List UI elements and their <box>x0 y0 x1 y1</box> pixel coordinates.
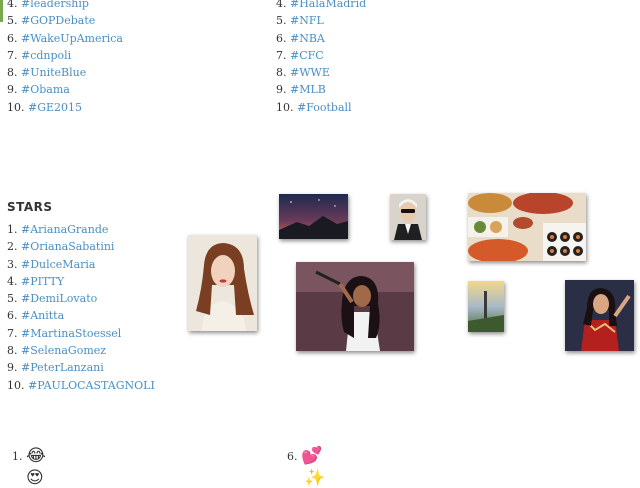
hashtag-link[interactable]: #PeterLanzani <box>21 361 104 374</box>
heart-eyes-emoji-icon: 😍 <box>26 468 44 488</box>
stars-hashtag-list: 1. #ArianaGrande 2. #OrianaSabatini 3. #… <box>7 221 155 394</box>
hashtag-link[interactable]: #ArianaGrande <box>21 223 108 236</box>
item-number: 7. <box>7 326 18 340</box>
hashtag-link[interactable]: #leadership <box>21 0 89 10</box>
emoji-partial-row: 😍 <box>26 468 44 488</box>
item-number: 8. <box>7 344 18 358</box>
hashtag-link[interactable]: #UniteBlue <box>21 66 86 79</box>
list-item: 9. #MLB <box>276 81 366 98</box>
list-item: 7. #cdnpoli <box>7 47 123 64</box>
list-item: 7. #MartinaStoessel <box>7 325 155 342</box>
item-number: 7. <box>276 48 287 62</box>
hashtag-link[interactable]: #HalaMadrid <box>290 0 366 10</box>
accent-bar <box>0 0 3 22</box>
list-item: 5. #GOPDebate <box>7 12 123 29</box>
list-item: 3. #DulceMaria <box>7 256 155 273</box>
hashtag-link[interactable]: #GE2015 <box>28 101 82 114</box>
list-item: 5. #NFL <box>276 12 366 29</box>
item-number: 5. <box>276 14 287 28</box>
hashtag-list-right: 4. #HalaMadrid 5. #NFL 6. #NBA 7. #CFC 8… <box>276 0 366 116</box>
hashtag-link[interactable]: #CFC <box>290 49 324 62</box>
list-item: 4. #PITTY <box>7 273 155 290</box>
hashtag-link[interactable]: #OrianaSabatini <box>21 240 114 253</box>
list-item: 8. #UniteBlue <box>7 64 123 81</box>
item-number: 6. <box>276 31 287 45</box>
list-item: 4. #leadership <box>7 0 123 12</box>
list-item: 10. #GE2015 <box>7 99 123 116</box>
list-item: 4. #HalaMadrid <box>276 0 366 12</box>
photo-performer-red[interactable] <box>565 280 634 351</box>
item-number: 4. <box>276 0 287 10</box>
item-number: 7. <box>7 48 18 62</box>
hashtag-link[interactable]: #DulceMaria <box>21 258 95 271</box>
emoji-ranking-row: 1. 😂 <box>12 446 46 466</box>
item-number: 10. <box>276 100 294 114</box>
hashtag-link[interactable]: #MartinaStoessel <box>21 327 121 340</box>
list-item: 6. #Anitta <box>7 307 155 324</box>
list-item: 9. #PeterLanzani <box>7 359 155 376</box>
emoji-ranking-row: 6. 💕 <box>287 446 322 466</box>
list-item: 7. #CFC <box>276 47 366 64</box>
photo-food-dishes[interactable] <box>468 193 586 261</box>
item-number: 6. <box>7 31 18 45</box>
item-number: 5. <box>7 292 18 306</box>
item-number: 3. <box>7 257 18 271</box>
item-number: 10. <box>7 100 25 114</box>
item-number: 9. <box>276 83 287 97</box>
item-number: 6. <box>287 449 298 463</box>
item-number: 4. <box>7 274 18 288</box>
emoji-partial-row: ✨ <box>304 468 325 488</box>
photo-landscape-tower[interactable] <box>468 281 504 332</box>
list-item: 8. #WWE <box>276 64 366 81</box>
hashtag-link[interactable]: #NBA <box>290 32 325 45</box>
item-number: 2. <box>7 240 18 254</box>
sparkles-emoji-icon: ✨ <box>304 468 326 488</box>
list-item: 1. #ArianaGrande <box>7 221 155 238</box>
hashtag-link[interactable]: #PITTY <box>21 275 64 288</box>
list-item: 8. #SelenaGomez <box>7 342 155 359</box>
hashtag-link[interactable]: #WakeUpAmerica <box>21 32 123 45</box>
hashtag-link[interactable]: #MLB <box>290 83 326 96</box>
item-number: 9. <box>7 361 18 375</box>
hashtag-link[interactable]: #Obama <box>21 83 70 96</box>
photo-man-sunglasses[interactable] <box>390 194 426 240</box>
photo-woman-portrait[interactable] <box>188 235 257 331</box>
list-item: 9. #Obama <box>7 81 123 98</box>
list-item: 6. #NBA <box>276 30 366 47</box>
item-number: 5. <box>7 14 18 28</box>
list-item: 10. #Football <box>276 99 366 116</box>
hashtag-link[interactable]: #Football <box>297 101 352 114</box>
section-title-stars: STARS <box>7 200 53 214</box>
photo-night-sky[interactable] <box>279 194 348 239</box>
hashtag-link[interactable]: #GOPDebate <box>21 14 95 27</box>
hashtag-link[interactable]: #SelenaGomez <box>21 344 106 357</box>
hashtag-link[interactable]: #cdnpoli <box>21 49 71 62</box>
photo-singer-microphone[interactable] <box>296 262 414 351</box>
two-hearts-emoji-icon: 💕 <box>301 446 323 466</box>
hashtag-link[interactable]: #WWE <box>290 66 330 79</box>
hashtag-link[interactable]: #PAULOCASTAGNOLI <box>28 379 155 392</box>
hashtag-list-left: 4. #leadership 5. #GOPDebate 6. #WakeUpA… <box>7 0 123 116</box>
hashtag-link[interactable]: #NFL <box>290 14 324 27</box>
list-item: 10. #PAULOCASTAGNOLI <box>7 377 155 394</box>
hashtag-link[interactable]: #DemiLovato <box>21 292 97 305</box>
item-number: 8. <box>7 66 18 80</box>
item-number: 1. <box>7 223 18 236</box>
item-number: 10. <box>7 378 25 392</box>
list-item: 2. #OrianaSabatini <box>7 238 155 255</box>
item-number: 8. <box>276 66 287 80</box>
item-number: 6. <box>7 309 18 323</box>
item-number: 1. <box>12 449 23 463</box>
tears-of-joy-emoji-icon: 😂 <box>26 446 46 466</box>
item-number: 4. <box>7 0 18 10</box>
hashtag-link[interactable]: #Anitta <box>21 309 64 322</box>
list-item: 5. #DemiLovato <box>7 290 155 307</box>
list-item: 6. #WakeUpAmerica <box>7 30 123 47</box>
item-number: 9. <box>7 83 18 97</box>
